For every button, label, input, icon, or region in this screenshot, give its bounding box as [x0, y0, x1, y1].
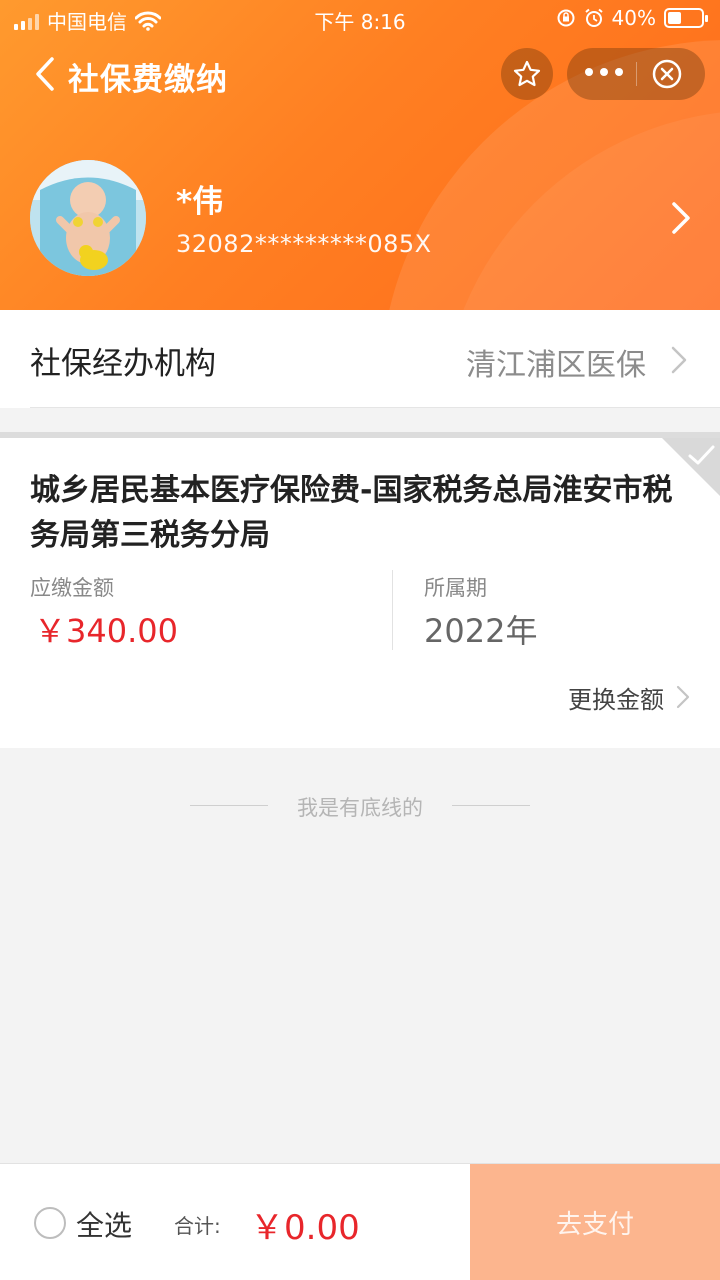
pay-button[interactable]: 去支付 [470, 1164, 720, 1280]
divider-line [452, 805, 530, 806]
battery-icon [664, 8, 708, 28]
user-id-number: 32082*********085X [176, 230, 432, 258]
item-title: 城乡居民基本医疗保险费-国家税务总局淮安市税务局第三税务分局 [30, 473, 673, 553]
agency-label: 社保经办机构 [30, 346, 216, 382]
rotation-lock-icon [557, 9, 575, 27]
chevron-right-icon [671, 346, 687, 374]
user-profile[interactable]: *伟 32082*********085X [0, 160, 720, 280]
mini-program-capsule [567, 48, 705, 100]
change-amount-link[interactable]: 更换金额 [568, 680, 664, 715]
total-label: 合计: [174, 1214, 221, 1238]
status-bar: 中国电信 下午 8:16 40% [0, 0, 720, 38]
end-of-list-text: 我是有底线的 [297, 796, 423, 820]
select-all-radio[interactable] [34, 1207, 66, 1239]
select-all-label[interactable]: 全选 [76, 1204, 132, 1244]
payment-item-card[interactable]: 城乡居民基本医疗保险费-国家税务总局淮安市税务局第三税务分局 应缴金额 ￥340… [0, 438, 720, 748]
total-amount: ￥0.00 [250, 1208, 360, 1248]
divider [30, 407, 720, 408]
agency-row[interactable]: 社保经办机构 清江浦区医保 [0, 310, 720, 408]
avatar-photo [30, 160, 146, 276]
chevron-right-icon[interactable] [675, 684, 691, 710]
period-value: 2022年 [424, 612, 538, 650]
avatar [30, 160, 146, 276]
amount-label: 应缴金额 [30, 576, 114, 600]
period-label: 所属期 [424, 576, 487, 600]
vertical-divider [392, 570, 393, 650]
back-chevron-icon[interactable] [30, 56, 66, 92]
close-circle-icon[interactable] [651, 58, 683, 90]
capsule-divider [636, 62, 637, 86]
user-name: *伟 [176, 184, 224, 220]
nav-bar: 社保费缴纳 [0, 46, 720, 102]
amount-value: ￥340.00 [34, 612, 178, 650]
end-of-list-indicator: 我是有底线的 [0, 792, 720, 822]
more-dots-icon[interactable] [585, 68, 623, 76]
chevron-right-icon [672, 202, 690, 234]
star-icon [513, 60, 541, 87]
favorite-button[interactable] [501, 48, 553, 100]
agency-value: 清江浦区医保 [466, 348, 646, 383]
alarm-icon [584, 8, 603, 27]
check-icon [688, 445, 715, 465]
checkout-bar: 全选 合计: ￥0.00 去支付 [0, 1163, 720, 1280]
page-title: 社保费缴纳 [68, 62, 228, 98]
battery-percent: 40% [611, 6, 656, 30]
